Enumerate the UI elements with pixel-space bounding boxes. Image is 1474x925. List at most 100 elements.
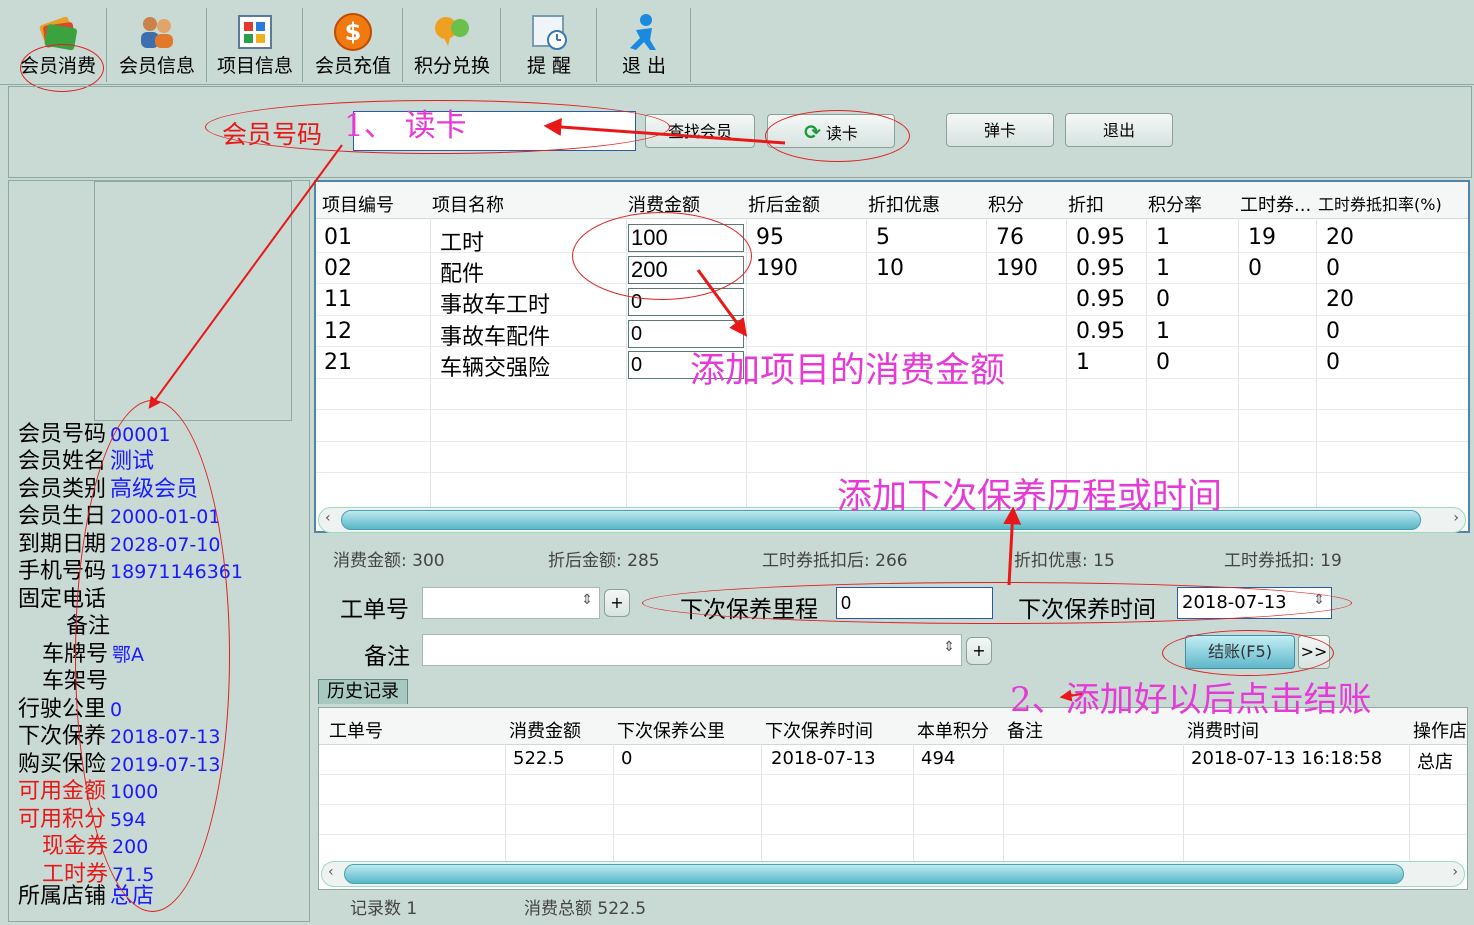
annotation-read-card: 1、 读卡 xyxy=(344,108,467,144)
items-header-code[interactable]: 项目编号 xyxy=(322,191,394,217)
history-header-amount[interactable]: 消费金额 xyxy=(509,717,581,743)
history-header-next-km[interactable]: 下次保养公里 xyxy=(617,717,725,743)
items-header-discount[interactable]: 折扣 xyxy=(1068,191,1104,217)
history-grid: 工单号 消费金额 下次保养公里 下次保养时间 本单积分 备注 消费时间 操作店 … xyxy=(318,707,1468,890)
chat-bubbles-icon xyxy=(435,17,469,46)
items-cell: 95 xyxy=(756,225,784,250)
scroll-left-icon[interactable]: ‹ xyxy=(328,864,334,880)
toolbar-reminder[interactable]: 提 醒 xyxy=(502,8,597,82)
tab-history[interactable]: 历史记录 xyxy=(318,679,408,704)
items-cell: 12 xyxy=(324,319,352,344)
dollar-coin-icon: $ xyxy=(334,13,372,51)
items-cell: 0 xyxy=(1326,350,1340,375)
reminder-icon xyxy=(532,15,567,50)
exit-person-icon xyxy=(630,14,656,50)
toolbar-label: 项目信息 xyxy=(216,55,293,77)
summary-total: 消费金额: 300 xyxy=(333,551,445,571)
items-header-after-discount[interactable]: 折后金额 xyxy=(748,191,820,217)
items-cell: 车辆交强险 xyxy=(440,356,551,381)
items-cell: 19 xyxy=(1248,225,1276,250)
toolbar-label: 退 出 xyxy=(621,55,667,77)
items-cell: 事故车工时 xyxy=(440,293,551,318)
annotation-ellipse-member-fields xyxy=(75,400,230,912)
items-cell: 0.95 xyxy=(1076,225,1125,250)
items-cell: 0 xyxy=(1248,256,1262,281)
spin-icon[interactable]: ⇕ xyxy=(943,639,955,655)
users-icon xyxy=(141,17,173,48)
items-cell: 20 xyxy=(1326,225,1354,250)
order-no-combo[interactable]: ⇕ xyxy=(422,587,600,619)
summary-discount: 折扣优惠: 15 xyxy=(1014,551,1115,571)
add-remark-button[interactable]: + xyxy=(966,637,992,665)
items-cell: 1 xyxy=(1156,225,1170,250)
history-hscrollbar[interactable]: ‹ › xyxy=(321,861,1465,887)
history-header-store[interactable]: 操作店 xyxy=(1413,717,1467,743)
summary-after-voucher: 工时券抵扣后: 266 xyxy=(762,551,908,571)
items-cell: 工时 xyxy=(440,231,485,256)
scroll-thumb[interactable] xyxy=(344,864,1404,884)
history-header-next-time[interactable]: 下次保养时间 xyxy=(765,717,873,743)
items-header-voucher[interactable]: 工时券... xyxy=(1240,191,1311,217)
add-order-button[interactable]: + xyxy=(604,589,630,617)
exit-button[interactable]: 退出 xyxy=(1065,113,1173,147)
annotation-add-next-service: 添加下次保养历程或时间 xyxy=(837,477,1223,517)
items-cell: 1 xyxy=(1156,256,1170,281)
items-cell: 21 xyxy=(324,350,352,375)
scroll-left-icon[interactable]: ‹ xyxy=(325,510,331,526)
items-cell: 5 xyxy=(876,225,890,250)
items-header-name[interactable]: 项目名称 xyxy=(432,191,504,217)
main-toolbar: 会员消费 会员信息 项目信息 $ 会员充值 积分兑换 提 醒 退 出 xyxy=(0,0,1474,85)
items-cell: 11 xyxy=(324,287,352,312)
spin-icon[interactable]: ⇕ xyxy=(581,592,593,608)
annotation-ellipse-toolbar xyxy=(20,44,104,92)
toolbar-label: 会员充值 xyxy=(314,55,391,77)
toolbar-exit[interactable]: 退 出 xyxy=(598,8,691,82)
history-cell: 2018-07-13 16:18:58 xyxy=(1191,748,1383,769)
items-cell: 02 xyxy=(324,256,352,281)
items-cell: 配件 xyxy=(440,262,485,287)
history-cell: 522.5 xyxy=(513,748,565,769)
grid-icon xyxy=(238,15,272,49)
toolbar-recharge[interactable]: $ 会员充值 xyxy=(304,8,403,82)
items-header-points-rate[interactable]: 积分率 xyxy=(1148,191,1202,217)
toolbar-points-exchange[interactable]: 积分兑换 xyxy=(404,8,501,82)
items-cell: 0.95 xyxy=(1076,319,1125,344)
items-cell: 0 xyxy=(1326,319,1340,344)
summary-after-discount: 折后金额: 285 xyxy=(548,551,660,571)
items-cell: 190 xyxy=(996,256,1038,281)
annotation-ellipse-read-card xyxy=(765,110,910,162)
history-cell: 总店 xyxy=(1417,752,1453,773)
eject-card-button[interactable]: 弹卡 xyxy=(946,113,1054,147)
remark-combo[interactable]: ⇕ xyxy=(422,634,962,666)
annotation-ellipse-amount xyxy=(572,212,752,300)
items-cell: 0 xyxy=(1156,287,1170,312)
toolbar-label: 提 醒 xyxy=(526,55,572,77)
scroll-right-icon[interactable]: › xyxy=(1453,510,1459,526)
annotation-checkout: 2、添加好以后点击结账 xyxy=(1010,680,1372,720)
scroll-right-icon[interactable]: › xyxy=(1452,864,1458,880)
items-cell: 10 xyxy=(876,256,904,281)
history-header-order[interactable]: 工单号 xyxy=(329,717,383,743)
items-cell: 1 xyxy=(1156,319,1170,344)
history-header-points[interactable]: 本单积分 xyxy=(917,717,989,743)
plus-icon: + xyxy=(610,593,624,612)
annotation-ellipse-next-service xyxy=(642,582,1352,624)
items-header-points[interactable]: 积分 xyxy=(988,191,1024,217)
toolbar-project-info[interactable]: 项目信息 xyxy=(208,8,303,82)
items-cell: 20 xyxy=(1326,287,1354,312)
items-header-discount-amount[interactable]: 折扣优惠 xyxy=(868,191,940,217)
annotation-add-amount: 添加项目的消费金额 xyxy=(690,351,1006,391)
items-cell: 0.95 xyxy=(1076,256,1125,281)
history-cell: 494 xyxy=(921,748,956,769)
items-cell: 0.95 xyxy=(1076,287,1125,312)
history-total-amount: 消费总额 522.5 xyxy=(524,899,647,919)
summary-voucher: 工时券抵扣: 19 xyxy=(1224,551,1342,571)
member-photo xyxy=(94,181,292,421)
items-cell: 事故车配件 xyxy=(440,325,551,350)
toolbar-member-info[interactable]: 会员信息 xyxy=(108,8,207,82)
history-cell: 0 xyxy=(621,748,633,769)
toolbar-label: 会员信息 xyxy=(118,55,195,77)
items-header-voucher-rate[interactable]: 工时券抵扣率(%) xyxy=(1318,191,1442,215)
items-cell: 0 xyxy=(1156,350,1170,375)
plus-icon: + xyxy=(972,641,986,660)
